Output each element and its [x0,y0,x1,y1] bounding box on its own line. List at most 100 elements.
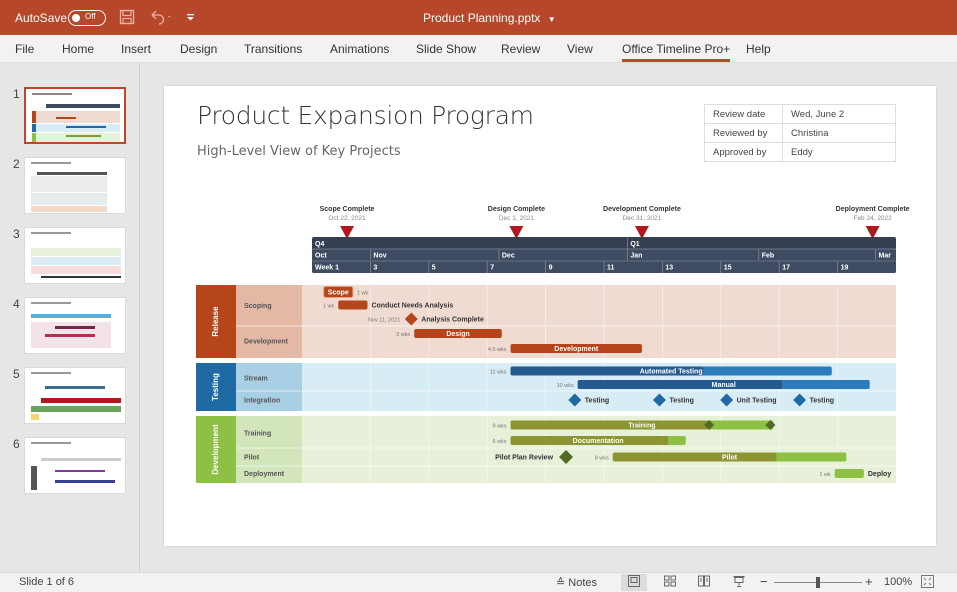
task-progress [577,380,783,389]
task-duration: 9 wks [492,424,506,430]
save-icon[interactable] [119,9,135,28]
task-label: Scope [328,290,349,297]
swimlane-title: Development [211,424,220,475]
task-label: Conduct Needs Analysis [371,303,453,310]
task-duration: 3 wks [396,332,410,338]
milestone-title: Design Complete [488,206,545,213]
document-title[interactable]: Product Planning.pptx ▼ [423,11,556,25]
slide-thumbnail-2[interactable] [24,157,126,214]
month-label: Oct [315,253,327,260]
tab-slide-show[interactable]: Slide Show [416,42,476,56]
week-label: 7 [490,265,494,272]
task-label: Automated Testing [640,369,703,376]
milestone-label: Testing [669,398,693,405]
slideshow-button[interactable] [726,574,752,591]
milestone-date: Oct 22, 2021 [328,215,366,222]
status-bar: Slide 1 of 6 ≙ Notes − + 100% [0,572,957,592]
week-label: Week 1 [315,265,339,272]
tab-review[interactable]: Review [501,42,540,56]
thumbnail-number: 4 [13,297,20,311]
thumbnail-number: 3 [13,227,20,241]
tab-transitions[interactable]: Transitions [244,42,302,56]
milestone-label: Unit Testing [737,398,777,405]
slide-sorter-icon [664,575,676,587]
week-label: 19 [841,265,849,272]
week-label: 3 [373,265,377,272]
tab-file[interactable]: File [15,42,34,56]
milestone-label: Pilot Plan Review [495,455,554,462]
undo-icon[interactable] [149,9,173,28]
task-duration: 6 wks [492,439,506,445]
slide-thumbnail-3[interactable] [24,227,126,284]
task-label: Deploy [868,471,891,478]
task-label: Manual [712,382,736,389]
tab-view[interactable]: View [567,42,593,56]
autosave-state: Off [85,12,96,21]
tab-office-timeline-pro[interactable]: Office Timeline Pro+ [622,42,731,62]
zoom-in-button[interactable]: + [865,574,873,589]
week-label: 15 [724,265,732,272]
quarter-label: Q1 [630,241,639,248]
tab-design[interactable]: Design [180,42,217,56]
task-bar [834,469,864,478]
row-label: Scoping [244,303,272,310]
ribbon-tabs: File Home Insert Design Transitions Anim… [0,35,957,63]
fit-to-window-icon[interactable] [921,575,934,591]
slide-thumbnail-4[interactable] [24,297,126,354]
normal-view-button[interactable] [621,574,647,591]
timeline-chart[interactable]: Scope Complete Oct 22, 2021 Design Complet… [164,86,936,546]
month-label: Mar [879,253,892,260]
tab-animations[interactable]: Animations [330,42,389,56]
week-label: 11 [607,265,615,272]
zoom-out-button[interactable]: − [760,574,768,589]
milestone-title: Scope Complete [320,206,375,213]
row-label: Development [244,339,289,346]
slide-thumbnail-5[interactable] [24,367,126,424]
slide-canvas[interactable]: Product Expansion Program High-Level Vie… [164,86,936,546]
notes-icon: ≙ [556,577,566,589]
task-duration: 1 wk [819,472,831,478]
milestone-label: Analysis Complete [421,317,484,324]
thumbnail-number: 6 [13,437,20,451]
chevron-down-icon: ▼ [547,15,556,24]
milestone-date: Nov 11, 2021 [368,318,400,324]
task-duration: 8 wks [595,456,609,462]
milestone-date: Feb 24, 2022 [853,215,892,222]
slide-sorter-button[interactable] [657,574,683,591]
thumbnail-number: 1 [13,87,20,101]
tab-insert[interactable]: Insert [121,42,151,56]
customize-quick-access-icon[interactable] [186,9,196,28]
task-label: Design [446,331,469,338]
milestone-date: Dec 1, 2021 [499,215,534,222]
slide-thumbnail-6[interactable] [24,437,126,494]
reading-view-icon [698,575,710,587]
swimlane-title: Release [211,306,220,337]
zoom-slider-thumb[interactable] [816,577,820,588]
month-label: Feb [762,253,774,260]
row-label: Training [244,430,271,437]
row-label-background [236,285,302,358]
tab-help[interactable]: Help [746,42,771,56]
slide-thumbnail-pane: 1 2 3 4 5 6 [0,63,140,572]
task-bar [338,300,368,310]
quarter-label: Q4 [315,241,324,248]
slide-counter: Slide 1 of 6 [19,576,75,588]
task-progress [612,452,777,462]
notes-label: Notes [568,577,598,589]
zoom-level[interactable]: 100% [884,576,912,588]
row-label: Deployment [244,471,285,478]
milestone-title: Deployment Complete [836,206,910,213]
notes-button[interactable]: ≙ Notes [556,576,597,589]
slideshow-icon [733,576,745,587]
milestone-label: Testing [585,398,609,405]
autosave-toggle[interactable]: Off [68,10,106,26]
month-label: Jan [630,253,642,260]
slide-thumbnail-1[interactable] [24,87,126,144]
milestone-date: Dec 31, 2021 [623,215,662,222]
autosave-label: AutoSave [15,11,68,25]
row-label: Pilot [244,455,260,462]
reading-view-button[interactable] [691,574,717,591]
task-progress [510,420,708,430]
task-label: Development [554,346,599,353]
tab-home[interactable]: Home [62,42,94,56]
